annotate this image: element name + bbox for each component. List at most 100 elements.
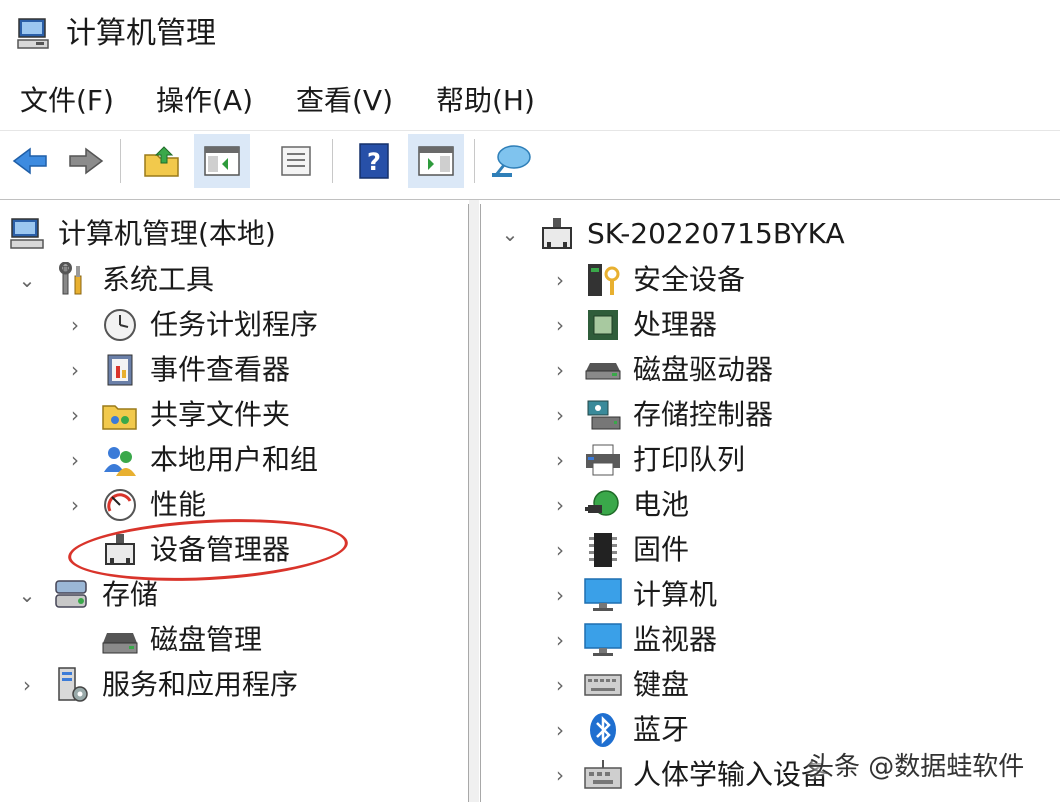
pane-top-border <box>0 199 1060 200</box>
device-category-row[interactable]: › 磁盘驱动器 <box>549 348 773 392</box>
chevron-right-icon[interactable]: › <box>549 358 571 382</box>
tree-item-label: 本地用户和组 <box>150 443 319 476</box>
console-tree: 计算机管理(本地) ⌄ 系统工具 › 任务计划程序 › 事件查看器 › 共享文件… <box>0 204 469 802</box>
show-hide-action-pane-button[interactable] <box>408 134 464 188</box>
processor-icon <box>581 305 625 345</box>
device-manager-icon <box>535 214 579 254</box>
menu-help[interactable]: 帮助(H) <box>436 78 535 124</box>
computer-name: SK-20220715BYKA <box>587 217 845 250</box>
chevron-right-icon[interactable]: › <box>549 313 571 337</box>
device-category-label: 监视器 <box>633 623 718 656</box>
device-category-label: 处理器 <box>633 308 718 341</box>
tree-item-label: 共享文件夹 <box>150 398 291 431</box>
show-hide-console-tree-button[interactable] <box>194 134 250 188</box>
chevron-right-icon[interactable]: › <box>64 358 86 382</box>
firmware-chip-icon <box>581 530 625 570</box>
properties-button[interactable] <box>268 134 324 188</box>
tree-item-label: 计算机管理(本地) <box>58 217 276 250</box>
tree-item-storage[interactable]: ⌄ 存储 <box>16 573 158 617</box>
back-button[interactable] <box>2 134 58 188</box>
keyboard-icon <box>581 665 625 705</box>
tree-item-services-apps[interactable]: › 服务和应用程序 <box>16 663 298 707</box>
chevron-right-icon[interactable]: › <box>64 493 86 517</box>
help-button[interactable]: ? <box>346 134 402 188</box>
back-arrow-icon <box>12 147 47 175</box>
device-category-label: 固件 <box>633 533 690 566</box>
chevron-right-icon[interactable]: › <box>549 493 571 517</box>
computer-node[interactable]: ⌄ SK-20220715BYKA <box>499 212 845 256</box>
device-category-row[interactable]: › 监视器 <box>549 618 717 662</box>
performance-gauge-icon <box>98 485 142 525</box>
chevron-right-icon[interactable]: › <box>64 403 86 427</box>
window-title: 计算机管理 <box>66 16 216 51</box>
forward-button[interactable] <box>58 134 114 188</box>
device-category-label: 计算机 <box>633 578 718 611</box>
battery-icon <box>581 485 625 525</box>
toolbar-separator <box>120 139 121 183</box>
chevron-right-icon[interactable]: › <box>64 448 86 472</box>
chevron-right-icon[interactable]: › <box>16 673 38 697</box>
chevron-down-icon[interactable]: ⌄ <box>16 583 38 607</box>
up-level-button[interactable] <box>134 134 190 188</box>
tree-item-system-tools[interactable]: ⌄ 系统工具 <box>16 258 214 302</box>
device-category-row[interactable]: › 人体学输入设备 <box>549 753 829 797</box>
device-category-row[interactable]: › 固件 <box>549 528 689 572</box>
tree-item-task-scheduler[interactable]: › 任务计划程序 <box>64 303 318 347</box>
device-category-row[interactable]: › 打印队列 <box>549 438 745 482</box>
device-category-row[interactable]: › 处理器 <box>549 303 717 347</box>
chevron-right-icon[interactable]: › <box>549 268 571 292</box>
shared-folder-icon <box>98 395 142 435</box>
menu-view[interactable]: 查看(V) <box>296 78 393 124</box>
tree-item-label: 系统工具 <box>102 263 215 296</box>
bluetooth-icon <box>581 710 625 750</box>
show-hide-action-pane-icon <box>418 146 454 176</box>
chevron-right-icon[interactable]: › <box>549 403 571 427</box>
event-log-icon <box>98 350 142 390</box>
tree-item-event-viewer[interactable]: › 事件查看器 <box>64 348 290 392</box>
tree-item-label: 任务计划程序 <box>150 308 319 341</box>
menu-file[interactable]: 文件(F) <box>20 78 114 124</box>
chevron-right-icon[interactable]: › <box>549 718 571 742</box>
tree-item-performance[interactable]: › 性能 <box>64 483 206 527</box>
device-category-label: 存储控制器 <box>633 398 774 431</box>
menu-action[interactable]: 操作(A) <box>156 78 253 124</box>
tree-item-local-users[interactable]: › 本地用户和组 <box>64 438 318 482</box>
computer-management-icon <box>16 16 52 52</box>
device-category-label: 安全设备 <box>633 263 746 296</box>
storage-controller-icon <box>581 395 625 435</box>
device-list: ⌄ SK-20220715BYKA › 安全设备 › 处理器 › 磁盘驱动器 ›… <box>480 204 1060 802</box>
device-category-row[interactable]: › 键盘 <box>549 663 689 707</box>
connect-computer-button[interactable] <box>484 134 540 188</box>
device-category-label: 键盘 <box>633 668 690 701</box>
chevron-right-icon[interactable]: › <box>549 448 571 472</box>
device-category-row[interactable]: › 电池 <box>549 483 689 527</box>
chevron-right-icon[interactable]: › <box>549 628 571 652</box>
tree-item-root[interactable]: 计算机管理(本地) <box>6 212 276 256</box>
device-category-row[interactable]: › 蓝牙 <box>549 708 689 752</box>
toolbar-separator <box>332 139 333 183</box>
chevron-down-icon[interactable]: ⌄ <box>16 268 38 292</box>
storage-icon <box>50 575 94 615</box>
chevron-right-icon[interactable]: › <box>64 313 86 337</box>
tree-item-label: 服务和应用程序 <box>102 668 299 701</box>
chevron-right-icon[interactable]: › <box>549 583 571 607</box>
toolbar: ? <box>0 130 1060 191</box>
watermark: 头条 @数据蛙软件 <box>808 752 1025 782</box>
tools-icon <box>50 260 94 300</box>
title-bar: 计算机管理 <box>0 0 1060 70</box>
services-icon <box>50 665 94 705</box>
svg-text:?: ? <box>367 148 381 176</box>
chevron-right-icon[interactable]: › <box>549 763 571 787</box>
device-category-row[interactable]: › 安全设备 <box>549 258 745 302</box>
pane-splitter[interactable] <box>469 200 479 802</box>
help-icon: ? <box>359 143 389 179</box>
tree-item-shared-folders[interactable]: › 共享文件夹 <box>64 393 290 437</box>
chevron-right-icon[interactable]: › <box>549 673 571 697</box>
chevron-down-icon[interactable]: ⌄ <box>499 222 521 246</box>
device-category-row[interactable]: › 存储控制器 <box>549 393 773 437</box>
device-category-row[interactable]: › 计算机 <box>549 573 717 617</box>
tree-item-label: 性能 <box>150 488 207 521</box>
computer-monitor-icon <box>581 575 625 615</box>
tree-item-disk-management[interactable]: 磁盘管理 <box>86 618 262 662</box>
chevron-right-icon[interactable]: › <box>549 538 571 562</box>
